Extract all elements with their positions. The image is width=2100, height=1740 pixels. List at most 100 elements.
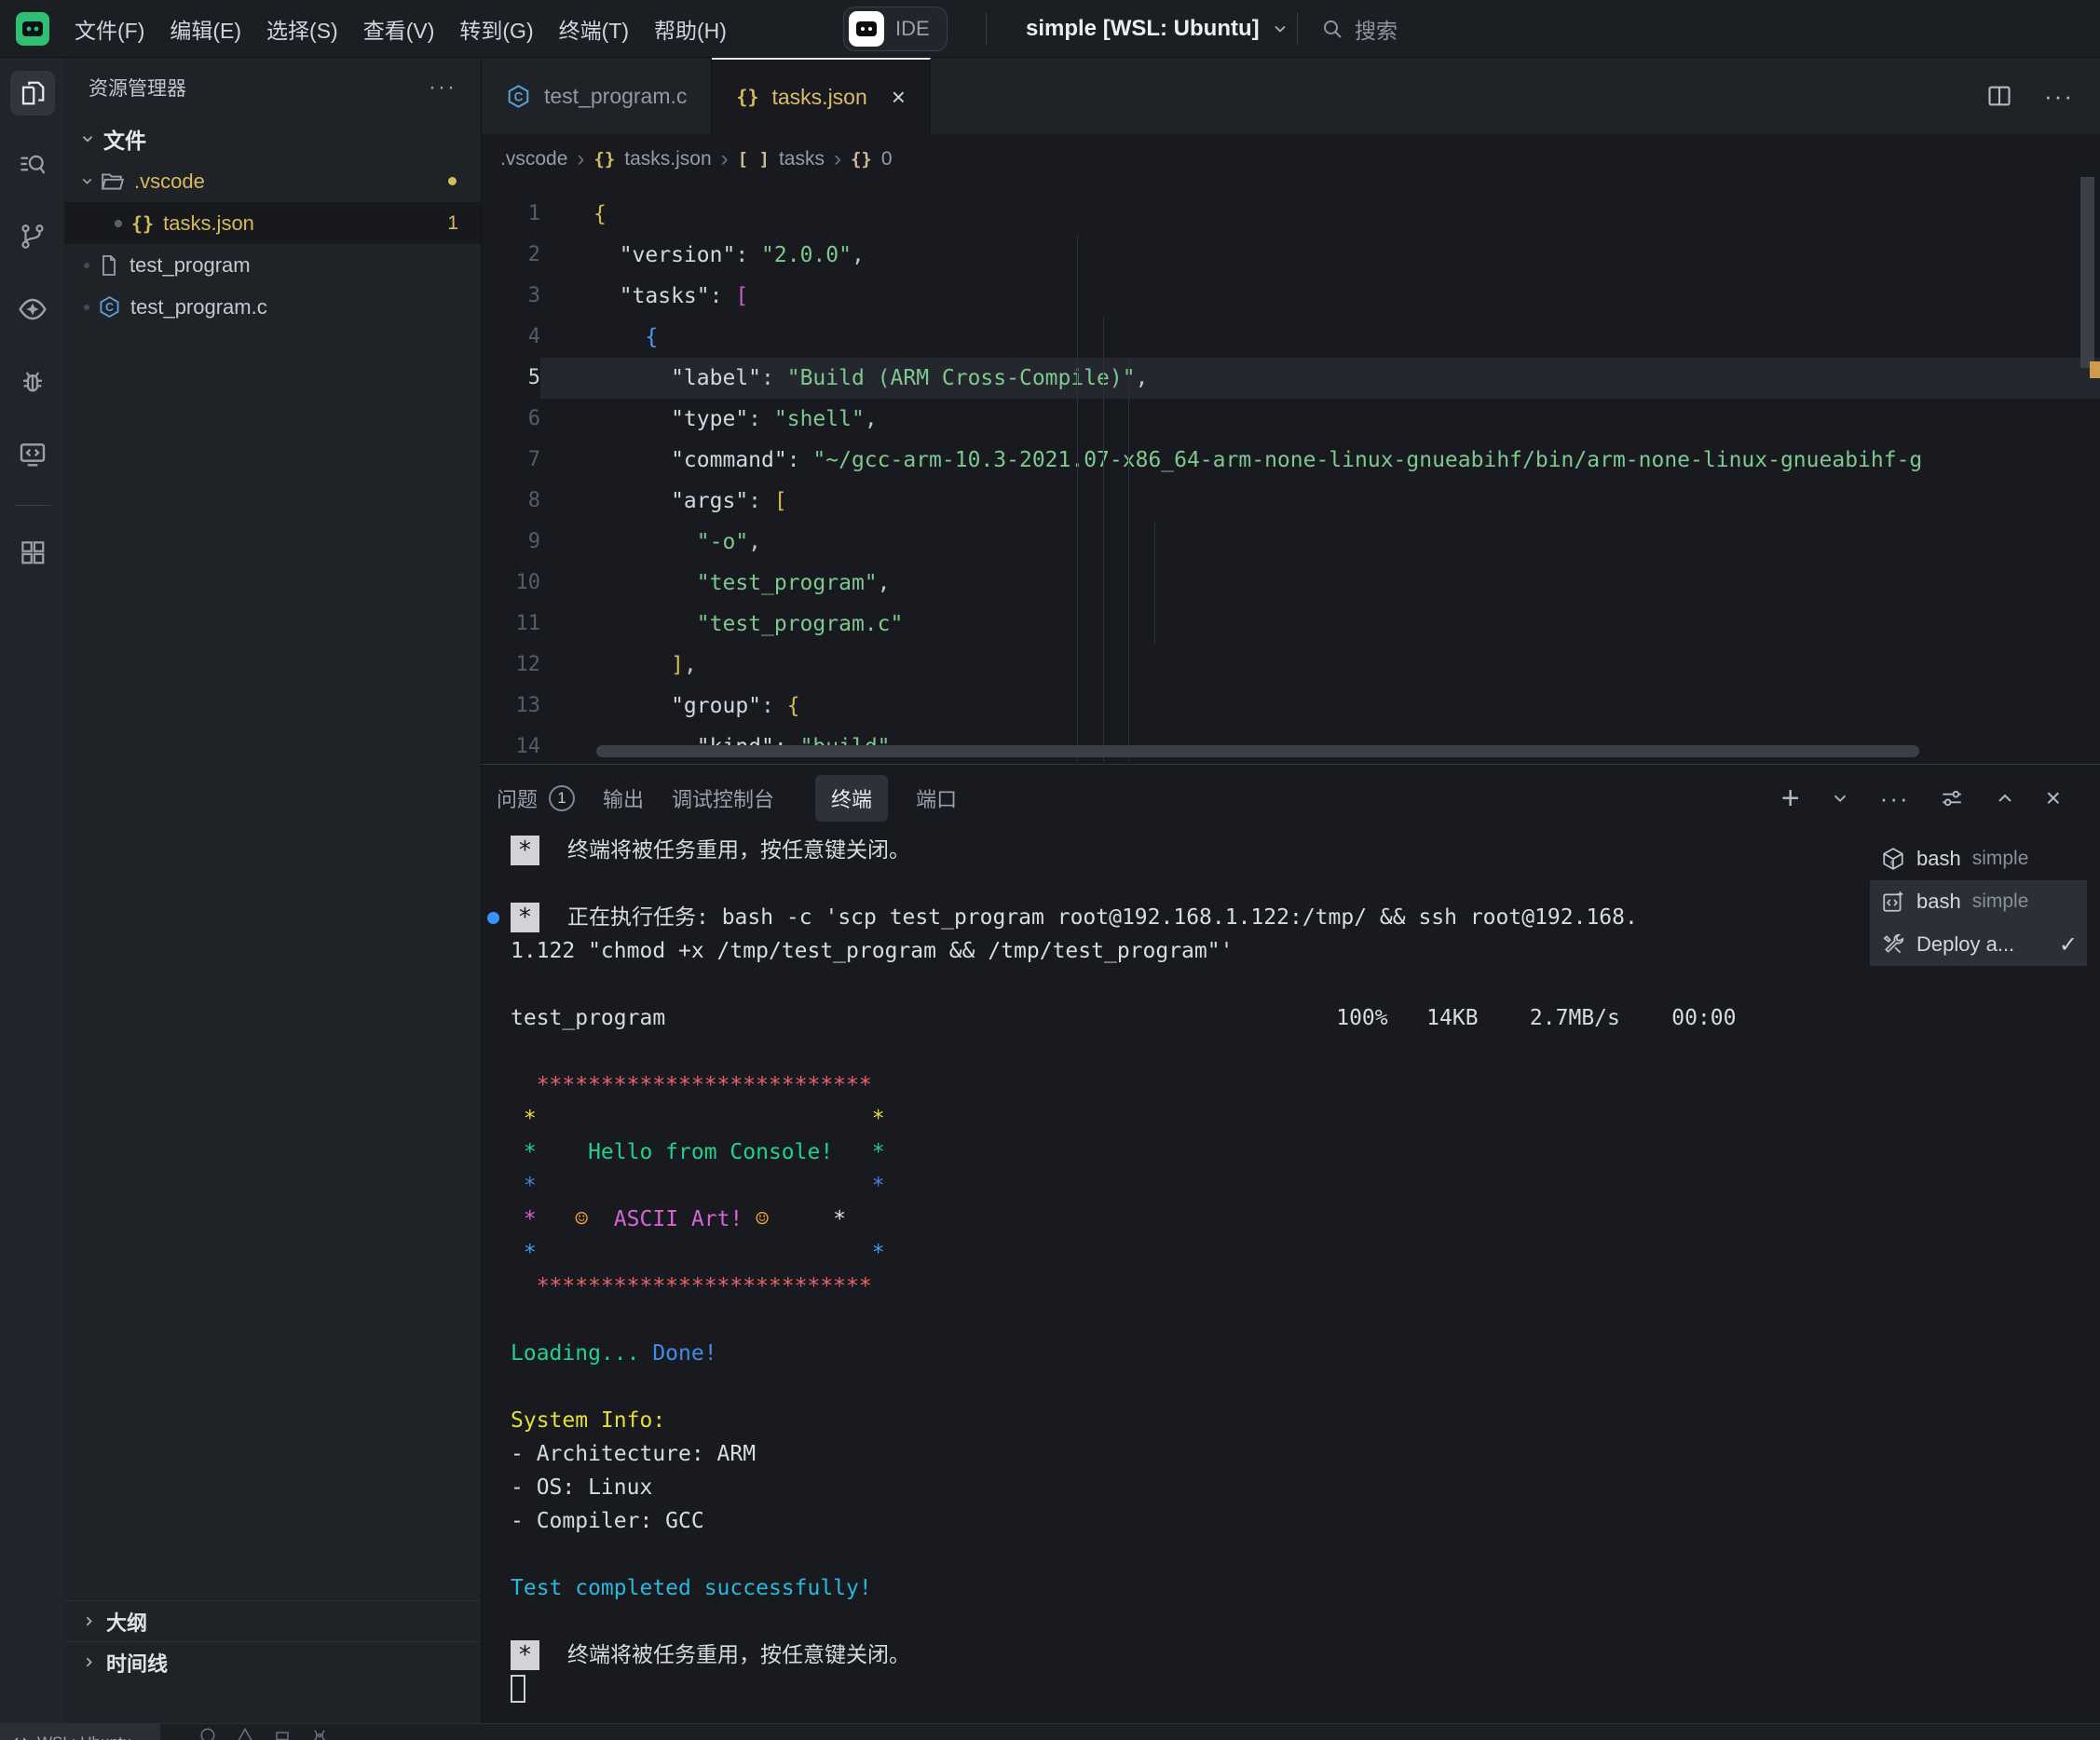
editor-tabstrip: C test_program.c {} tasks.json × ··· [482, 58, 2100, 134]
code-line[interactable]: 13 "group": { [482, 686, 2100, 727]
titlebar-divider [986, 13, 987, 45]
menu-bar: 文件(F) 编辑(E) 选择(S) 查看(V) 转到(G) 终端(T) 帮助(H… [75, 13, 727, 45]
remote-monitor-icon[interactable] [10, 432, 55, 477]
window-title-dropdown[interactable]: simple [WSL: Ubuntu] [1026, 0, 1289, 58]
code-line[interactable]: 11 "test_program.c" [482, 604, 2100, 645]
outline-section[interactable]: 大纲 [64, 1600, 481, 1641]
file-row-test-program-c[interactable]: C test_program.c [64, 286, 481, 328]
file-name: test_program [130, 253, 251, 278]
explorer-more-icon[interactable]: ··· [429, 75, 457, 101]
tab-output[interactable]: 输出 [603, 783, 644, 813]
terminal-line: 1.122 "chmod +x /tmp/test_program && /tm… [511, 934, 1868, 968]
source-control-icon[interactable] [10, 214, 55, 259]
line-number: 2 [482, 235, 540, 276]
code-line[interactable]: 4 { [482, 317, 2100, 358]
code-line[interactable]: 1{ [482, 194, 2100, 235]
code-line-text: "-o", [540, 522, 2100, 563]
titlebar-divider2 [1297, 13, 1298, 45]
new-terminal-icon[interactable]: + [1781, 781, 1800, 817]
object-braces-icon: {} [851, 149, 872, 170]
code-line-text: "command": "~/gcc-arm-10.3-2021.07-x86_6… [540, 440, 2100, 481]
breadcrumb-tasks[interactable]: tasks [779, 148, 825, 170]
remote-indicator[interactable]: WSL: Ubuntu [0, 1724, 160, 1740]
broadcast-icon[interactable] [311, 1727, 328, 1740]
debug-bug-icon[interactable] [10, 360, 55, 404]
terminal-list-item-bash-1[interactable]: $ bash simple [1870, 837, 2087, 880]
code-line-text: "test_program", [540, 563, 2100, 604]
menu-item-goto[interactable]: 转到(G) [459, 13, 533, 45]
files-section-header[interactable]: 文件 [64, 117, 481, 160]
bullet-dot-icon [84, 263, 89, 268]
tab-ports[interactable]: 端口 [916, 783, 957, 813]
tab-problems[interactable]: 问题 1 [497, 783, 575, 813]
terminal-output[interactable]: *终端将被任务重用，按任意键关闭。*正在执行任务: bash -c 'scp t… [482, 834, 1868, 1723]
tab-debug-console[interactable]: 调试控制台 [672, 783, 774, 813]
extensions-icon[interactable] [10, 530, 55, 575]
terminal-detail: simple [1972, 848, 2029, 870]
terminal-list-item-bash-2[interactable]: bash simple [1870, 880, 2087, 923]
menu-item-view[interactable]: 查看(V) [363, 13, 435, 45]
editor-horizontal-scrollbar[interactable] [596, 745, 1919, 757]
sync-icon[interactable] [274, 1727, 291, 1740]
remote-window-icon [11, 1733, 30, 1740]
terminal-blank-line [511, 1605, 1868, 1638]
code-editor[interactable]: 1{2 "version": "2.0.0",3 "tasks": [4 {5 … [482, 184, 2100, 764]
tab-test-program-c[interactable]: C test_program.c [482, 58, 712, 134]
code-line[interactable]: 10 "test_program", [482, 563, 2100, 604]
file-name: test_program.c [130, 295, 267, 319]
file-row-vscode[interactable]: .vscode [64, 160, 481, 202]
terminal-list: $ bash simple bash simple Deploy a... ✓ [1870, 837, 2087, 966]
code-line[interactable]: 8 "args": [ [482, 481, 2100, 522]
breadcrumb-0[interactable]: 0 [881, 148, 893, 170]
maximize-panel-chevron-icon[interactable] [1994, 787, 2016, 809]
menu-item-terminal[interactable]: 终端(T) [559, 13, 629, 45]
code-line-text: "tasks": [ [540, 276, 2100, 317]
code-line[interactable]: 2 "version": "2.0.0", [482, 235, 2100, 276]
code-line[interactable]: 3 "tasks": [ [482, 276, 2100, 317]
breadcrumb-tasks-json[interactable]: tasks.json [624, 148, 711, 170]
code-line[interactable]: 5 "label": "Build (ARM Cross-Compile)", [482, 358, 2100, 399]
tab-terminal[interactable]: 终端 [815, 775, 888, 822]
file-row-test-program[interactable]: test_program [64, 244, 481, 286]
code-line[interactable]: 12 ], [482, 645, 2100, 686]
more-actions-icon[interactable]: ··· [2044, 82, 2074, 111]
preview-eye-icon[interactable] [10, 287, 55, 332]
close-icon[interactable]: × [892, 83, 906, 112]
code-line[interactable]: 6 "type": "shell", [482, 399, 2100, 440]
warning-triangle-icon[interactable] [237, 1727, 253, 1740]
terminal-line: Loading... Done! [511, 1337, 1868, 1370]
chevron-right-icon [81, 1613, 97, 1629]
indent-guide [1154, 522, 1155, 645]
configure-sliders-icon[interactable] [1940, 786, 1964, 810]
code-line[interactable]: 7 "command": "~/gcc-arm-10.3-2021.07-x86… [482, 440, 2100, 481]
menu-item-selection[interactable]: 选择(S) [266, 13, 338, 45]
more-actions-icon[interactable]: ··· [1880, 784, 1910, 813]
chevron-down-icon[interactable] [1830, 788, 1850, 809]
tab-tasks-json[interactable]: {} tasks.json × [712, 58, 931, 134]
timeline-label: 时间线 [106, 1648, 168, 1678]
ide-mode-toggle[interactable]: IDE [843, 7, 948, 51]
code-line-text: "test_program.c" [540, 604, 2100, 645]
close-panel-icon[interactable]: × [2046, 783, 2061, 813]
menu-item-file[interactable]: 文件(F) [75, 13, 144, 45]
menu-item-help[interactable]: 帮助(H) [654, 13, 727, 45]
search-icon-activity[interactable] [10, 142, 55, 186]
code-line-text: "label": "Build (ARM Cross-Compile)", [540, 358, 2100, 399]
error-circle-icon[interactable] [199, 1727, 216, 1740]
terminal-list-item-deploy[interactable]: Deploy a... ✓ [1870, 923, 2087, 966]
explorer-icon[interactable] [10, 71, 55, 116]
chevron-right-icon [81, 1654, 97, 1670]
split-editor-icon[interactable] [1986, 83, 2012, 109]
terminal-line: System Info: [511, 1404, 1868, 1437]
task-code-icon [1881, 890, 1905, 914]
bullet-dot-icon [115, 220, 122, 227]
code-line[interactable]: 9 "-o", [482, 522, 2100, 563]
editor-vertical-scrollbar[interactable] [2080, 177, 2094, 368]
timeline-section[interactable]: 时间线 [64, 1641, 481, 1682]
menu-item-edit[interactable]: 编辑(E) [170, 13, 241, 45]
json-braces-icon: {} [593, 149, 615, 170]
breadcrumb: .vscode › {} tasks.json › [ ] tasks › {}… [482, 134, 2100, 184]
file-row-tasks-json[interactable]: {} tasks.json 1 [64, 202, 481, 244]
global-search[interactable]: 搜索 [1321, 0, 1398, 58]
breadcrumb-vscode[interactable]: .vscode [500, 148, 567, 170]
